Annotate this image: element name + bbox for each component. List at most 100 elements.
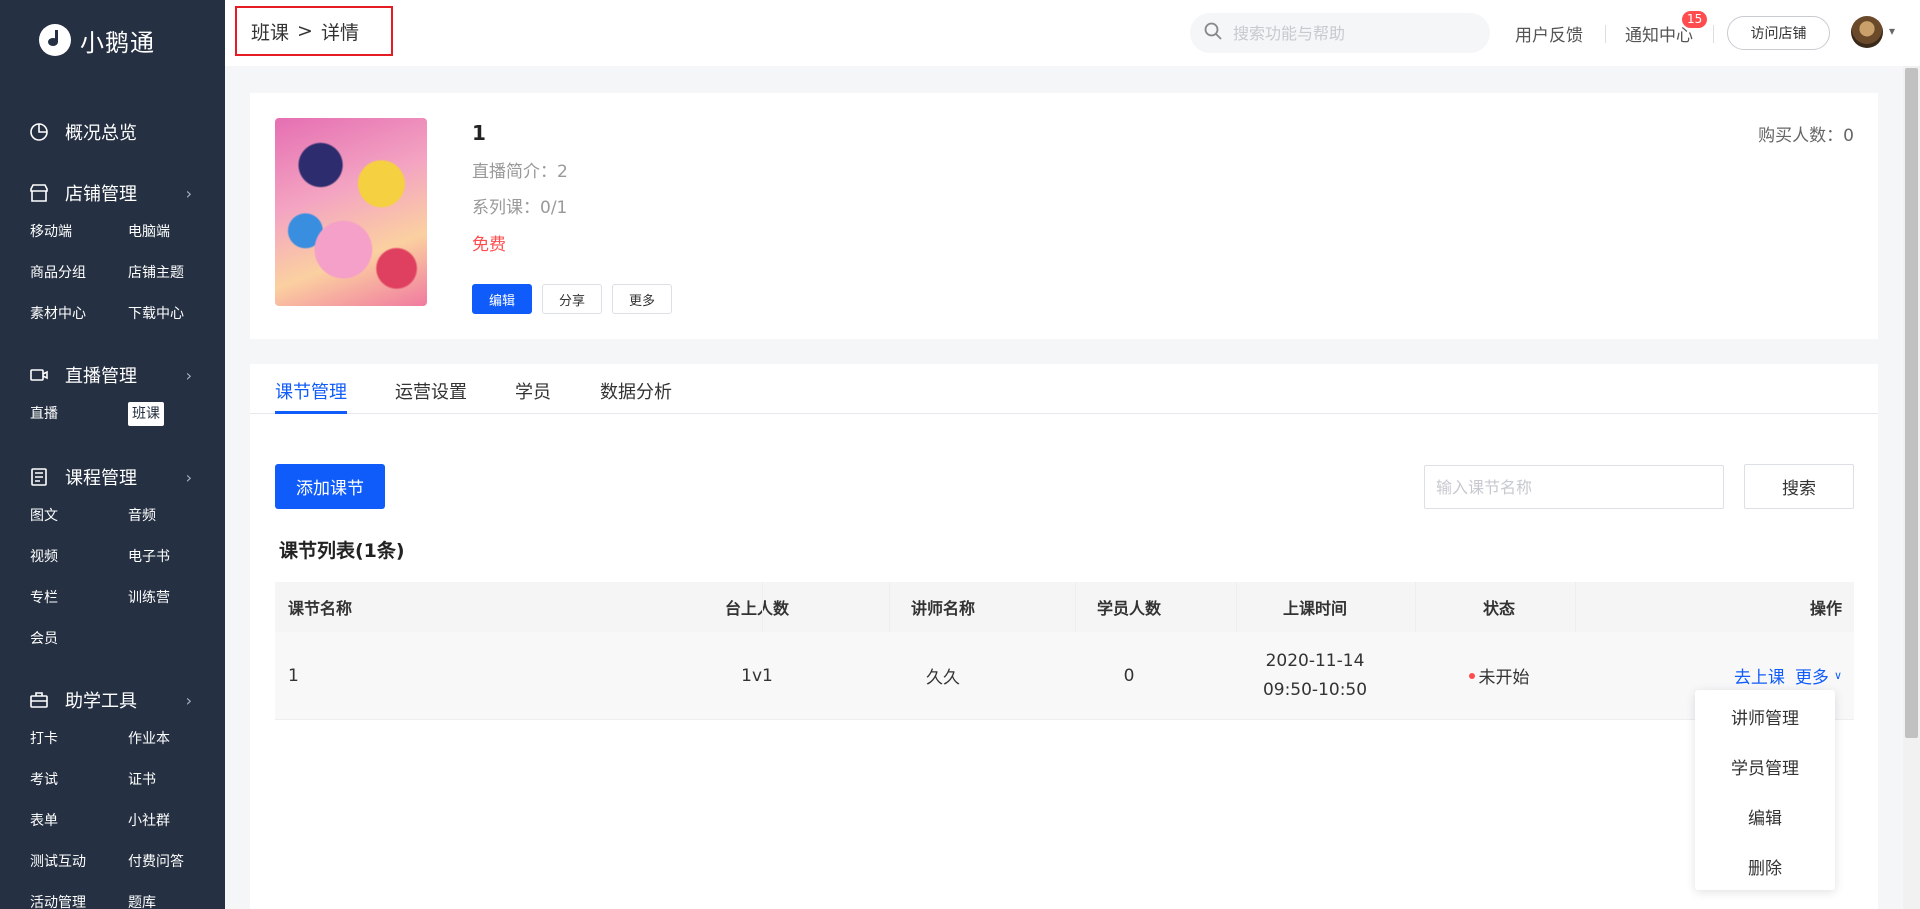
notification-center-link[interactable]: 通知中心 — [1625, 21, 1693, 46]
nav-learning-tools[interactable]: 助学工具 › — [0, 680, 225, 720]
sidebar-item-store-theme[interactable]: 店铺主题 — [128, 260, 225, 286]
avatar[interactable] — [1851, 16, 1883, 48]
more-actions-menu: 讲师管理 学员管理 编辑 删除 — [1695, 690, 1835, 890]
tab-data-analysis[interactable]: 数据分析 — [600, 378, 672, 404]
top-bar: 班课 > 详情 用户反馈 通知中心 15 访问店铺 ▾ — [225, 0, 1920, 66]
sidebar-item-certificate[interactable]: 证书 — [128, 767, 225, 793]
sidebar-item-live[interactable]: 直播 — [30, 401, 128, 427]
tab-lesson-management[interactable]: 课节管理 — [275, 378, 347, 404]
menu-item-student-management[interactable]: 学员管理 — [1695, 754, 1835, 779]
chevron-right-icon: › — [185, 467, 192, 487]
sidebar-item-form[interactable]: 表单 — [30, 808, 128, 834]
column-divider — [1075, 582, 1076, 632]
nav-store-label: 店铺管理 — [65, 184, 137, 205]
scrollbar-thumb[interactable] — [1905, 68, 1918, 738]
edit-button[interactable]: 编辑 — [472, 284, 532, 314]
chevron-down-icon: ∨ — [1833, 669, 1842, 682]
nav-store-management[interactable]: 店铺管理 › — [0, 173, 225, 213]
breadcrumb-parent[interactable]: 班课 — [251, 18, 289, 45]
sidebar-item-community[interactable]: 小社群 — [128, 808, 225, 834]
tab-bar: 课节管理 运营设置 学员 数据分析 — [250, 364, 1878, 414]
sidebar-item-video[interactable]: 视频 — [30, 544, 128, 570]
tab-students[interactable]: 学员 — [515, 378, 551, 404]
table-header: 课节名称 台上人数 讲师名称 学员人数 上课时间 状态 操作 — [275, 582, 1854, 632]
divider — [1605, 25, 1606, 43]
nav-group-live: 直播管理 › 直播 班课 — [0, 355, 225, 427]
global-search-input[interactable] — [1233, 23, 1473, 43]
lesson-search-input[interactable] — [1424, 465, 1724, 509]
more-actions-link[interactable]: 更多 ∨ — [1795, 663, 1842, 688]
store-icon — [29, 183, 49, 203]
chevron-right-icon: › — [185, 690, 192, 710]
nav-live-label: 直播管理 — [65, 366, 137, 387]
sidebar-item-audio[interactable]: 音频 — [128, 503, 225, 529]
column-header-status: 状态 — [1482, 599, 1515, 618]
sidebar-item-product-group[interactable]: 商品分组 — [30, 260, 128, 286]
lesson-status: 未开始 — [1383, 632, 1615, 719]
divider — [1713, 25, 1714, 43]
buyer-count: 购买人数：0 — [1758, 126, 1854, 146]
status-dot-icon — [1468, 672, 1475, 679]
menu-item-delete[interactable]: 删除 — [1695, 854, 1835, 879]
lesson-status-text: 未开始 — [1478, 668, 1530, 688]
sidebar-item-question-bank[interactable]: 题库 — [128, 890, 225, 909]
sidebar-item-ebook[interactable]: 电子书 — [128, 544, 225, 570]
sidebar-item-download[interactable]: 下载中心 — [128, 301, 225, 327]
add-lesson-button[interactable]: 添加课节 — [275, 464, 385, 509]
sidebar-item-exam[interactable]: 考试 — [30, 767, 128, 793]
nav-course-management[interactable]: 课程管理 › — [0, 457, 225, 497]
sidebar-item-member[interactable]: 会员 — [30, 626, 128, 652]
price-label: 免费 — [472, 235, 506, 255]
page-scrollbar[interactable] — [1903, 66, 1920, 909]
lesson-search-button[interactable]: 搜索 — [1744, 464, 1854, 509]
menu-item-edit[interactable]: 编辑 — [1695, 804, 1835, 829]
sidebar-item-material[interactable]: 素材中心 — [30, 301, 128, 327]
feedback-link[interactable]: 用户反馈 — [1515, 21, 1583, 46]
visit-store-button[interactable]: 访问店铺 — [1727, 16, 1830, 50]
column-divider — [1575, 582, 1576, 632]
notification-badge: 15 — [1682, 11, 1708, 28]
nav-tools-label: 助学工具 — [65, 691, 137, 712]
menu-item-teacher-management[interactable]: 讲师管理 — [1695, 704, 1835, 729]
lesson-list-title: 课节列表(1条) — [279, 540, 405, 562]
search-icon — [1203, 21, 1223, 45]
sidebar-item-mobile[interactable]: 移动端 — [30, 219, 128, 245]
sidebar-item-paid-qa[interactable]: 付费问答 — [128, 849, 225, 875]
lesson-panel: 课节管理 运营设置 学员 数据分析 添加课节 搜索 课节列表(1条) 课节名称 … — [250, 364, 1878, 909]
breadcrumb-current: 详情 — [320, 21, 359, 44]
nav-live-management[interactable]: 直播管理 › — [0, 355, 225, 395]
logo-icon — [39, 24, 71, 56]
chevron-down-icon[interactable]: ▾ — [1889, 24, 1895, 38]
sidebar-item-activity[interactable]: 活动管理 — [30, 890, 128, 909]
course-info-card: 1 直播简介：2 系列课：0/1 免费 编辑 分享 更多 购买人数：0 — [250, 93, 1878, 339]
column-divider — [889, 582, 890, 632]
chevron-right-icon: › — [185, 365, 192, 385]
more-button[interactable]: 更多 — [612, 284, 672, 314]
sidebar-item-article[interactable]: 图文 — [30, 503, 128, 529]
sidebar-item-checkin[interactable]: 打卡 — [30, 726, 128, 752]
toolbox-icon — [29, 690, 49, 710]
pie-chart-icon — [29, 122, 49, 142]
table-row: 1 1v1 久久 0 2020-11-14 09:50-10:50 未开始 去上… — [275, 632, 1854, 720]
column-header-actions: 操作 — [1809, 599, 1842, 618]
tab-operation-settings[interactable]: 运营设置 — [395, 378, 467, 404]
sidebar-item-class[interactable]: 班课 — [128, 401, 225, 427]
share-button[interactable]: 分享 — [542, 284, 602, 314]
nav-group-overview: 概况总览 — [0, 112, 225, 152]
column-header-name: 课节名称 — [288, 599, 353, 618]
column-divider — [1236, 582, 1237, 632]
nav-overview[interactable]: 概况总览 — [0, 112, 225, 152]
nav-course-label: 课程管理 — [65, 468, 137, 489]
nav-group-tools: 助学工具 › 打卡 作业本 考试 证书 表单 小社群 测试互动 付费问答 活动管… — [0, 680, 225, 909]
sidebar-item-column[interactable]: 专栏 — [30, 585, 128, 611]
sidebar-item-quiz[interactable]: 测试互动 — [30, 849, 128, 875]
course-cover-image — [275, 118, 427, 306]
go-to-class-link[interactable]: 去上课 — [1734, 663, 1785, 688]
sidebar-item-camp[interactable]: 训练营 — [128, 585, 225, 611]
video-camera-icon — [29, 365, 49, 385]
lesson-time-range: 09:50-10:50 — [1262, 679, 1368, 700]
sidebar-item-homework[interactable]: 作业本 — [128, 726, 225, 752]
book-icon — [29, 467, 49, 487]
app-logo[interactable]: 小鹅通 — [0, 0, 225, 80]
sidebar-item-pc[interactable]: 电脑端 — [128, 219, 225, 245]
